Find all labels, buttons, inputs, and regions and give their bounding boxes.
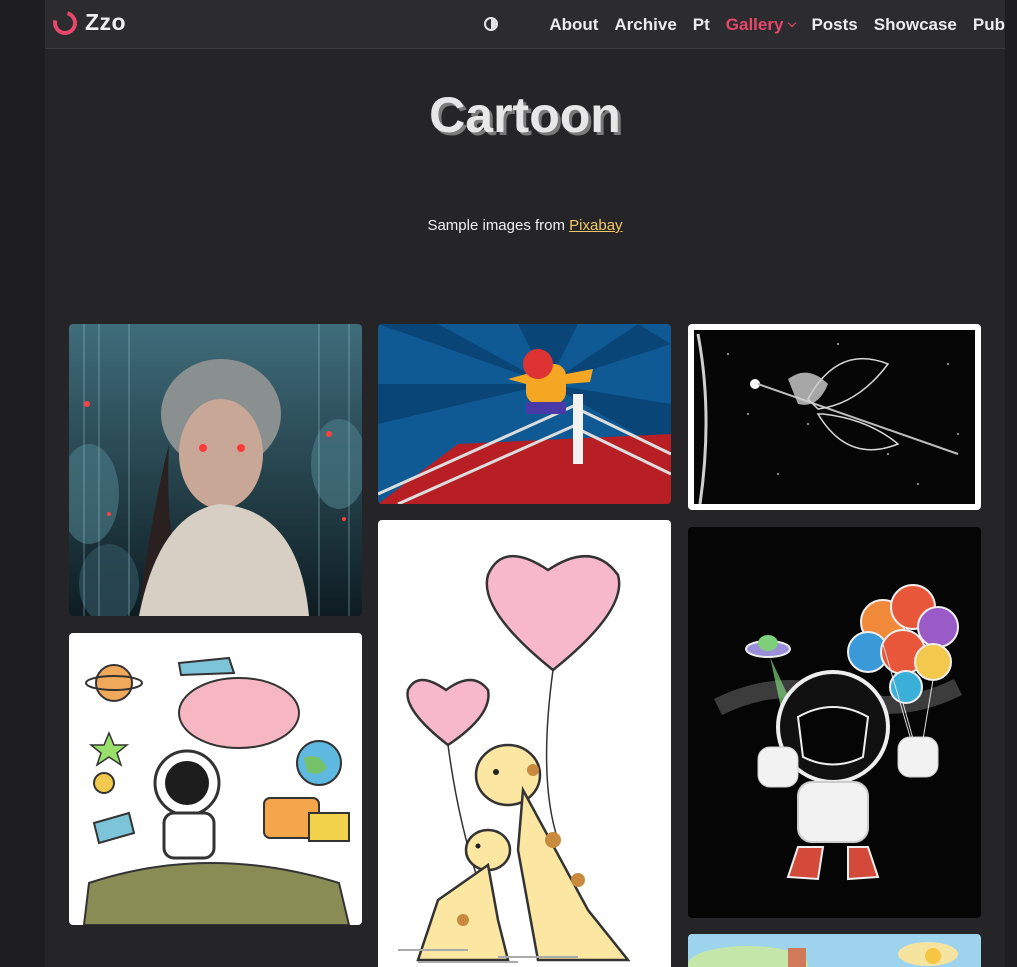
gallery-image-astronaut-doodle[interactable] — [69, 633, 362, 925]
page-subtitle: Sample images from Pixabay — [45, 217, 1005, 234]
nav-gallery-label: Gallery — [725, 14, 784, 34]
nav-showcase[interactable]: Showcase — [874, 15, 957, 35]
gallery-image-fairy-dragonfly[interactable] — [688, 324, 981, 510]
nav-gallery[interactable]: Gallery — [725, 14, 797, 35]
nav-pub[interactable]: Pub — [973, 15, 1005, 35]
pixabay-link[interactable]: Pixabay — [569, 217, 622, 234]
nav-archive[interactable]: Archive — [614, 15, 676, 35]
contrast-icon[interactable] — [484, 17, 498, 31]
gallery-image-watercolor[interactable] — [688, 934, 981, 967]
gallery-image-wrestler[interactable] — [378, 324, 671, 504]
subtitle-text: Sample images from — [427, 217, 570, 234]
gallery-image-astronaut-balloons[interactable] — [688, 527, 981, 918]
logo-ring-icon — [48, 6, 82, 39]
logo-text: Zzo — [85, 9, 127, 35]
page-title: Cartoon — [429, 87, 621, 143]
main-nav: About Archive Pt Gallery Posts Showcase … — [533, 0, 1005, 49]
nav-posts[interactable]: Posts — [811, 15, 857, 35]
nav-about[interactable]: About — [549, 15, 598, 35]
gallery-image-rainy-woman[interactable] — [69, 324, 362, 616]
gallery-image-giraffes[interactable] — [378, 520, 671, 967]
site-logo[interactable]: Zzo — [48, 6, 127, 39]
top-navigation-bar: Zzo About Archive Pt Gallery Posts Showc… — [45, 0, 1005, 49]
chevron-down-icon — [788, 18, 797, 27]
nav-pt[interactable]: Pt — [693, 15, 710, 35]
